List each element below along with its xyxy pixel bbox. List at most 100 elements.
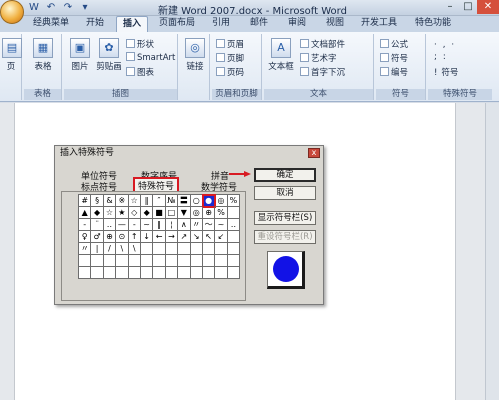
- symbol-cell[interactable]: ☆: [103, 207, 117, 219]
- symbol-cell[interactable]: [227, 231, 241, 243]
- tab-developer[interactable]: 开发工具: [356, 16, 402, 32]
- symbol-cell[interactable]: [178, 243, 191, 255]
- symbol-cell[interactable]: \: [128, 243, 141, 255]
- page-number-button[interactable]: 页码: [216, 66, 244, 78]
- quick-parts-button[interactable]: 文档部件: [300, 38, 345, 50]
- symbol-cell[interactable]: ⊕: [103, 231, 117, 243]
- symbol-cell[interactable]: /: [103, 243, 117, 255]
- symbol-cell[interactable]: ♂: [91, 231, 104, 243]
- header-button[interactable]: 页眉: [216, 38, 244, 50]
- special-symbol-quick-row2[interactable]: ;:: [434, 52, 452, 62]
- tab-classic-menu[interactable]: 经典菜单: [28, 16, 74, 32]
- clipart-button[interactable]: ✿ 剪贴画: [94, 38, 124, 72]
- ok-button[interactable]: 确定: [254, 168, 316, 182]
- symbol-cell[interactable]: ▲: [79, 207, 92, 219]
- special-symbol-quick-row1[interactable]: ·,·: [434, 40, 460, 50]
- symbol-cell[interactable]: ★: [116, 207, 129, 219]
- symbol-cell[interactable]: [153, 243, 166, 255]
- symbol-cell[interactable]: §: [91, 195, 104, 207]
- symbol-cell[interactable]: #: [79, 195, 92, 207]
- symbol-cell[interactable]: |: [91, 243, 104, 255]
- symbol-cell[interactable]: [140, 255, 154, 267]
- symbol-cell[interactable]: [91, 255, 104, 267]
- symbol-cell[interactable]: [116, 267, 129, 279]
- symbol-cell[interactable]: ‥: [103, 219, 117, 231]
- symbol-cell[interactable]: [202, 255, 216, 267]
- symbol-cell[interactable]: [178, 255, 191, 267]
- symbol-cell[interactable]: ~: [215, 219, 228, 231]
- symbol-cell[interactable]: ↗: [178, 231, 191, 243]
- symbol-cell[interactable]: [190, 267, 203, 279]
- show-symbol-bar-button[interactable]: 显示符号栏(S): [254, 211, 316, 225]
- vertical-scrollbar[interactable]: [485, 103, 499, 400]
- shapes-button[interactable]: 形状: [126, 38, 154, 50]
- symbol-cell[interactable]: ⊙: [116, 231, 129, 243]
- minimize-button[interactable]: –: [441, 0, 459, 14]
- symbol-cell[interactable]: №: [165, 195, 179, 207]
- chart-button[interactable]: 图表: [126, 66, 154, 78]
- symbol-cell[interactable]: ↙: [215, 231, 228, 243]
- picture-button[interactable]: ▣ 图片: [68, 38, 92, 72]
- symbol-cell[interactable]: [153, 255, 166, 267]
- tab-insert[interactable]: 插入: [116, 16, 148, 32]
- symbol-cell[interactable]: ◎: [215, 195, 228, 207]
- numbering-button[interactable]: 编号: [380, 66, 408, 78]
- symbol-cell[interactable]: [202, 267, 216, 279]
- symbol-cell[interactable]: □: [165, 207, 179, 219]
- symbol-cell[interactable]: [215, 243, 228, 255]
- symbol-cell[interactable]: [140, 267, 154, 279]
- symbol-cell[interactable]: [103, 267, 117, 279]
- redo-icon[interactable]: ↷: [62, 2, 74, 14]
- symbol-cell[interactable]: \: [116, 243, 129, 255]
- symbol-cell[interactable]: [227, 207, 241, 219]
- symbol-cell[interactable]: ‥: [227, 219, 241, 231]
- tab-review[interactable]: 审阅: [282, 16, 312, 32]
- symbol-cell[interactable]: ↓: [140, 231, 154, 243]
- tab-special-features[interactable]: 特色功能: [410, 16, 456, 32]
- symbol-cell[interactable]: [79, 255, 92, 267]
- symbol-cell[interactable]: ○: [190, 195, 203, 207]
- symbol-cell[interactable]: [128, 267, 141, 279]
- symbol-cell[interactable]: %: [227, 195, 241, 207]
- symbol-cell[interactable]: ♀: [79, 231, 92, 243]
- symbol-cell[interactable]: ☆: [128, 195, 141, 207]
- symbol-cell[interactable]: ‖: [153, 219, 166, 231]
- symbol-cell[interactable]: →: [165, 231, 179, 243]
- symbol-cell[interactable]: [128, 255, 141, 267]
- symbol-cell[interactable]: ~: [140, 219, 154, 231]
- dialog-close-button[interactable]: x: [308, 148, 320, 158]
- restore-button[interactable]: □: [459, 0, 477, 14]
- tab-home[interactable]: 开始: [80, 16, 110, 32]
- wordart-button[interactable]: 艺术字: [300, 52, 337, 64]
- symbol-cell[interactable]: ◆: [140, 207, 154, 219]
- dropcap-button[interactable]: 首字下沉: [300, 66, 345, 78]
- symbol-cell[interactable]: ‐: [128, 219, 141, 231]
- symbol-cell[interactable]: [190, 255, 203, 267]
- symbol-cell[interactable]: ■: [153, 207, 166, 219]
- symbol-cell[interactable]: [227, 255, 241, 267]
- symbol-button[interactable]: 符号: [380, 52, 408, 64]
- tab-page-layout[interactable]: 页面布局: [154, 16, 200, 32]
- symbol-cell[interactable]: [165, 267, 179, 279]
- symbol-cell[interactable]: ↖: [202, 231, 216, 243]
- pages-button[interactable]: ▤ 页: [2, 38, 22, 72]
- cancel-button[interactable]: 取消: [254, 186, 316, 200]
- footer-button[interactable]: 页脚: [216, 52, 244, 64]
- office-button[interactable]: [0, 0, 24, 24]
- symbol-cell[interactable]: ¨: [91, 219, 104, 231]
- symbol-cell[interactable]: [91, 267, 104, 279]
- symbol-cell[interactable]: ⊕: [202, 207, 216, 219]
- symbol-cell[interactable]: [215, 255, 228, 267]
- special-symbol-button[interactable]: !符号: [434, 66, 458, 78]
- symbol-cell[interactable]: [140, 243, 154, 255]
- symbol-cell[interactable]: [202, 243, 216, 255]
- tab-references[interactable]: 引用: [206, 16, 236, 32]
- symbol-cell[interactable]: ↘: [190, 231, 203, 243]
- symbol-cell[interactable]: ∧: [178, 219, 191, 231]
- save-icon[interactable]: W: [28, 2, 40, 14]
- symbol-cell[interactable]: ‖: [140, 195, 154, 207]
- tab-view[interactable]: 视图: [320, 16, 350, 32]
- symbol-cell[interactable]: ◆: [91, 207, 104, 219]
- symbol-cell[interactable]: 〓: [178, 195, 191, 207]
- symbol-cell[interactable]: ↑: [128, 231, 141, 243]
